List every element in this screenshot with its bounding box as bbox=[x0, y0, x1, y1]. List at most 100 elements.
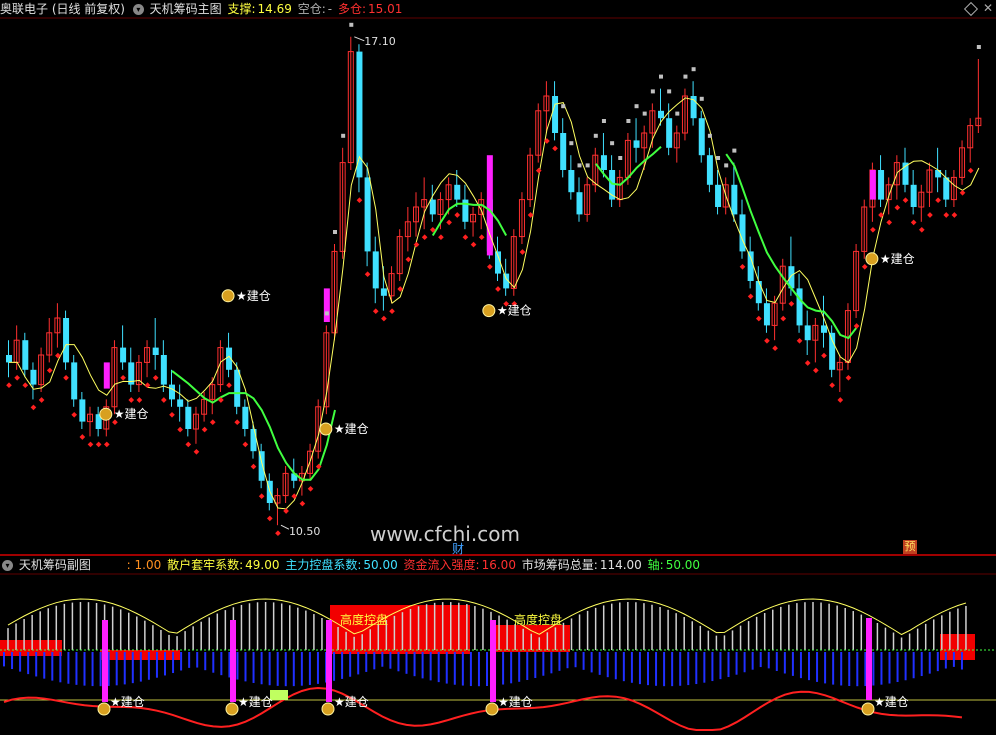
support-dot bbox=[552, 145, 558, 152]
support-dot bbox=[201, 426, 208, 433]
resistance-dot bbox=[707, 133, 712, 138]
candle-body bbox=[633, 140, 640, 148]
support-dot bbox=[103, 441, 110, 448]
money-bag-icon bbox=[99, 407, 113, 421]
support-dot bbox=[22, 382, 29, 389]
candle-body bbox=[160, 355, 167, 385]
low-price-label: 10.50 bbox=[289, 525, 321, 538]
support-dot bbox=[804, 360, 811, 366]
candle-body bbox=[30, 369, 37, 385]
support-dot bbox=[894, 204, 901, 211]
resistance-dot bbox=[341, 133, 346, 138]
support-dot bbox=[95, 441, 102, 448]
resistance-dot bbox=[349, 22, 354, 27]
support-dot bbox=[234, 419, 241, 426]
support-dot bbox=[747, 293, 754, 300]
candle-body bbox=[364, 177, 371, 252]
high-control-label: 高度控盘 bbox=[340, 612, 388, 627]
candle-body bbox=[658, 110, 664, 119]
support-dot bbox=[829, 382, 835, 389]
candle-body bbox=[71, 362, 78, 400]
support-dot bbox=[861, 263, 868, 270]
candle-body bbox=[185, 406, 192, 429]
support-dot bbox=[307, 485, 314, 492]
finance-badge[interactable]: 财 bbox=[452, 540, 464, 557]
sub-signal-bar bbox=[490, 620, 496, 702]
resistance-dot bbox=[610, 141, 615, 146]
build-label: ★建仓 bbox=[114, 407, 149, 421]
candle-body bbox=[763, 303, 770, 326]
thin-trend-line bbox=[8, 97, 980, 510]
support-dot bbox=[870, 226, 876, 233]
resistance-dot bbox=[683, 74, 688, 79]
support-dot bbox=[813, 367, 819, 374]
candle-body bbox=[242, 406, 249, 429]
support-dot bbox=[30, 404, 37, 411]
support-dot bbox=[470, 241, 477, 248]
support-dot bbox=[405, 256, 412, 263]
build-label: ★建仓 bbox=[236, 289, 271, 303]
support-dot bbox=[935, 197, 941, 204]
candle-body bbox=[796, 288, 803, 326]
support-dot bbox=[959, 189, 966, 196]
resistance-dot bbox=[675, 111, 680, 116]
chart-canvas[interactable]: 17.10 10.50 ★建仓 ★建仓 ★建仓 ★建仓 ★建仓 ★建仓 ★建仓 ★建仓 ★建仓 ★建仓… bbox=[0, 0, 996, 735]
support-dot bbox=[14, 374, 20, 381]
support-dot bbox=[136, 397, 143, 403]
low-marker-line bbox=[280, 524, 290, 530]
support-dot bbox=[413, 241, 420, 248]
support-dot bbox=[495, 286, 501, 292]
candle-body bbox=[380, 288, 387, 296]
resistance-dot bbox=[561, 104, 566, 109]
support-dot bbox=[967, 167, 974, 174]
resistance-dot bbox=[650, 89, 655, 94]
candle-body bbox=[878, 170, 885, 200]
support-dot bbox=[250, 463, 257, 470]
money-bag-icon bbox=[319, 422, 333, 436]
support-dot bbox=[943, 212, 950, 218]
resistance-dot bbox=[333, 230, 337, 234]
resistance-dot bbox=[324, 311, 329, 316]
retail-trapped-area bbox=[490, 625, 570, 652]
support-dot bbox=[421, 234, 428, 241]
build-label: ★建仓 bbox=[874, 695, 909, 709]
build-label: ★建仓 bbox=[498, 695, 533, 709]
resistance-dot bbox=[618, 156, 623, 160]
candle-body bbox=[79, 399, 86, 422]
resistance-dot bbox=[601, 119, 606, 123]
retail-coefficient-line bbox=[7, 598, 967, 636]
candle-body bbox=[739, 214, 746, 252]
support-dot bbox=[266, 515, 273, 522]
candle-body bbox=[258, 451, 265, 481]
support-dot bbox=[535, 167, 542, 174]
forecast-badge[interactable]: 预 bbox=[903, 540, 917, 554]
capital-inflow-line bbox=[3, 686, 963, 731]
money-bag-icon bbox=[321, 702, 335, 716]
support-dot bbox=[79, 434, 86, 440]
support-dot bbox=[169, 411, 175, 418]
candle-body bbox=[63, 318, 70, 363]
candle-body bbox=[560, 133, 567, 170]
candle-body bbox=[429, 199, 436, 215]
build-label: ★建仓 bbox=[110, 695, 145, 709]
candle-body bbox=[943, 177, 950, 200]
trend-line-green bbox=[431, 202, 508, 237]
resistance-dot bbox=[634, 104, 639, 109]
candle-body bbox=[910, 184, 917, 207]
support-dot bbox=[242, 441, 249, 448]
candle-body bbox=[715, 184, 722, 207]
money-bag-icon bbox=[482, 304, 496, 318]
money-bag-icon bbox=[485, 702, 499, 716]
support-dot bbox=[951, 212, 958, 218]
support-dot bbox=[177, 426, 183, 433]
signal-bar bbox=[869, 170, 876, 200]
resistance-dot bbox=[569, 141, 574, 146]
resistance-dot bbox=[642, 111, 647, 116]
high-price-label: 17.10 bbox=[364, 35, 396, 48]
resistance-dot bbox=[667, 89, 672, 94]
resistance-dot bbox=[577, 163, 582, 168]
sub-signal-bar bbox=[230, 620, 236, 702]
high-control-label: 高度控盘 bbox=[514, 612, 562, 627]
support-dot bbox=[755, 315, 762, 322]
money-bag-icon bbox=[225, 702, 239, 716]
